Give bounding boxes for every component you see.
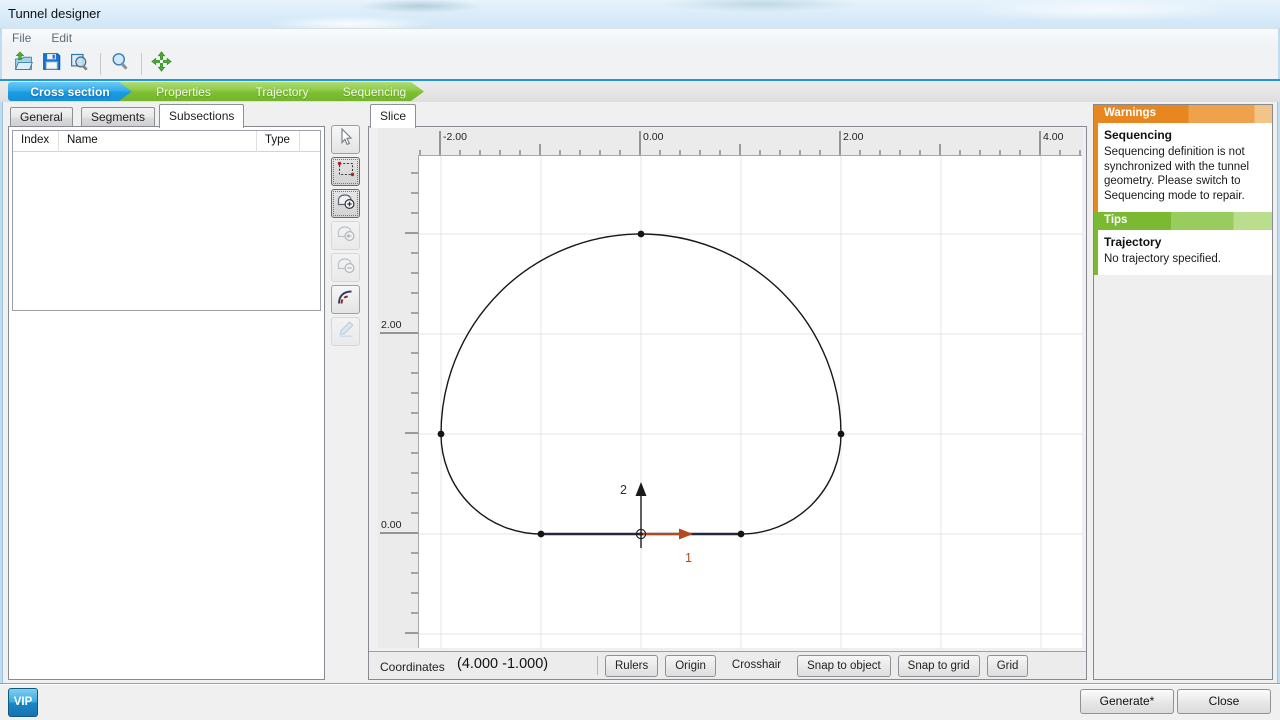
toolbar-separator (141, 53, 142, 75)
ruler-vertical-ticks: 0.00 2.00 (378, 155, 418, 648)
tab-slice[interactable]: Slice (370, 104, 416, 128)
arc-segment-tool-button[interactable] (331, 285, 360, 314)
select-tool-icon (336, 127, 356, 152)
toolbar-separator (100, 53, 101, 75)
close-button[interactable]: Close (1177, 689, 1271, 714)
svg-text:4.00: 4.00 (1043, 131, 1064, 143)
toolbar (2, 48, 1278, 79)
slice-drawing[interactable]: 2 1 (419, 156, 1083, 649)
open-button[interactable] (10, 51, 36, 77)
save-icon (41, 51, 62, 77)
draw-tool-button (331, 317, 360, 346)
wizard-step-properties[interactable]: Properties (118, 82, 239, 101)
warning-text: Sequencing definition is not synchronize… (1104, 145, 1266, 204)
warnings-header: Warnings (1098, 105, 1272, 123)
rubber-band-select-tool-icon (336, 159, 356, 184)
tips-body: Trajectory No trajectory specified. (1098, 230, 1272, 275)
tunnel-node[interactable] (638, 231, 645, 238)
tool-palette (331, 125, 361, 349)
tip-text: No trajectory specified. (1104, 252, 1266, 267)
tunnel-node[interactable] (438, 431, 445, 438)
toggle-origin[interactable]: Origin (665, 655, 716, 677)
svg-text:2.00: 2.00 (843, 131, 864, 143)
canvas-toggle-group: Rulers Origin Crosshair Snap to object Snap … (605, 655, 1028, 677)
column-header-index[interactable]: Index (13, 131, 59, 152)
footer-bar: VIP Generate* Close (0, 683, 1280, 720)
tab-segments[interactable]: Segments (81, 107, 155, 127)
zoom-button[interactable] (107, 51, 133, 77)
toggle-crosshair[interactable]: Crosshair (723, 655, 790, 677)
svg-text:0.00: 0.00 (643, 131, 664, 143)
menu-edit[interactable]: Edit (41, 29, 82, 47)
pan-icon (151, 51, 172, 77)
open-icon (13, 51, 34, 77)
svg-text:2.00: 2.00 (381, 319, 402, 331)
zoom-icon (110, 51, 131, 77)
toggle-snap-to-object[interactable]: Snap to object (797, 655, 891, 677)
save-button[interactable] (38, 51, 64, 77)
window-title: Tunnel designer (8, 6, 101, 21)
tunnel-node[interactable] (738, 531, 745, 538)
messages-panel-spacer (1094, 275, 1272, 679)
add-subsection-tool-icon (336, 191, 356, 216)
subsections-panel: IndexNameType (8, 126, 325, 680)
ruler-horizontal-ticks: -2.00 0.00 2.00 4.00 (378, 128, 1083, 155)
generate-button[interactable]: Generate* (1080, 689, 1174, 714)
table-header-row: IndexNameType (13, 131, 320, 152)
wizard-step-trajectory[interactable]: Trajectory (225, 82, 329, 101)
tunnel-designer-window: Tunnel designer FileEdit Cross sectionPr… (0, 0, 1280, 720)
tunnel-node[interactable] (838, 431, 845, 438)
insert-subsection-tool-icon (336, 223, 356, 248)
rubber-band-select-tool-button[interactable] (331, 157, 360, 186)
delete-subsection-tool-icon (336, 255, 356, 280)
svg-text:-2.00: -2.00 (443, 131, 467, 143)
zoom-extents-button[interactable] (66, 51, 92, 77)
arc-segment-tool-icon (336, 287, 356, 312)
svg-text:0.00: 0.00 (381, 519, 402, 531)
toggle-rulers[interactable]: Rulers (605, 655, 658, 677)
select-tool-button[interactable] (331, 125, 360, 154)
pan-button[interactable] (148, 51, 174, 77)
warnings-section: Warnings Sequencing Sequencing definitio… (1094, 105, 1272, 212)
wizard-step-cross-section[interactable]: Cross section (8, 82, 132, 101)
canvas-panel: -2.00 0.00 2.00 4.00 0.00 2.00 2 1 Coordinat… (368, 126, 1087, 680)
zoom-extents-icon (69, 51, 90, 77)
add-subsection-tool-button[interactable] (331, 189, 360, 218)
coordinates-label: Coordinates (380, 660, 445, 674)
axis-2-label: 2 (620, 483, 627, 497)
mode-wizard-bar: Cross sectionPropertiesTrajectorySequenc… (0, 81, 1280, 102)
messages-panel: Warnings Sequencing Sequencing definitio… (1093, 104, 1273, 680)
column-header-type[interactable]: Type (257, 131, 300, 152)
menu-file[interactable]: File (2, 29, 41, 47)
axis-1-label: 1 (685, 551, 692, 565)
column-header-spacer (300, 131, 320, 152)
tips-header: Tips (1098, 212, 1272, 230)
toggle-grid[interactable]: Grid (987, 655, 1029, 677)
coordinates-value: (4.000 -1.000) (457, 656, 548, 672)
ruler-vertical: 0.00 2.00 (378, 155, 418, 648)
title-bar: Tunnel designer (0, 0, 1280, 28)
tip-title: Trajectory (1104, 235, 1266, 249)
delete-subsection-tool-button (331, 253, 360, 282)
tab-general[interactable]: General (10, 107, 73, 127)
subsections-table[interactable]: IndexNameType (12, 130, 321, 311)
warning-title: Sequencing (1104, 128, 1266, 142)
vip-logo: VIP (8, 688, 38, 717)
tab-subsections[interactable]: Subsections (159, 104, 244, 128)
tips-section: Tips Trajectory No trajectory specified. (1094, 212, 1272, 275)
canvas-status-bar: Coordinates (4.000 -1.000) Rulers Origin C… (369, 651, 1086, 679)
divider (597, 656, 598, 675)
insert-subsection-tool-button (331, 221, 360, 250)
ruler-horizontal: -2.00 0.00 2.00 4.00 (378, 128, 1083, 155)
draw-tool-icon (336, 319, 356, 344)
menu-bar: FileEdit (2, 28, 1278, 48)
warnings-body: Sequencing Sequencing definition is not … (1098, 123, 1272, 212)
wizard-step-sequencing[interactable]: Sequencing (315, 82, 424, 101)
toggle-snap-to-grid[interactable]: Snap to grid (898, 655, 980, 677)
drawing-canvas[interactable]: 2 1 (418, 155, 1082, 648)
column-header-name[interactable]: Name (59, 131, 257, 152)
tunnel-node[interactable] (538, 531, 545, 538)
